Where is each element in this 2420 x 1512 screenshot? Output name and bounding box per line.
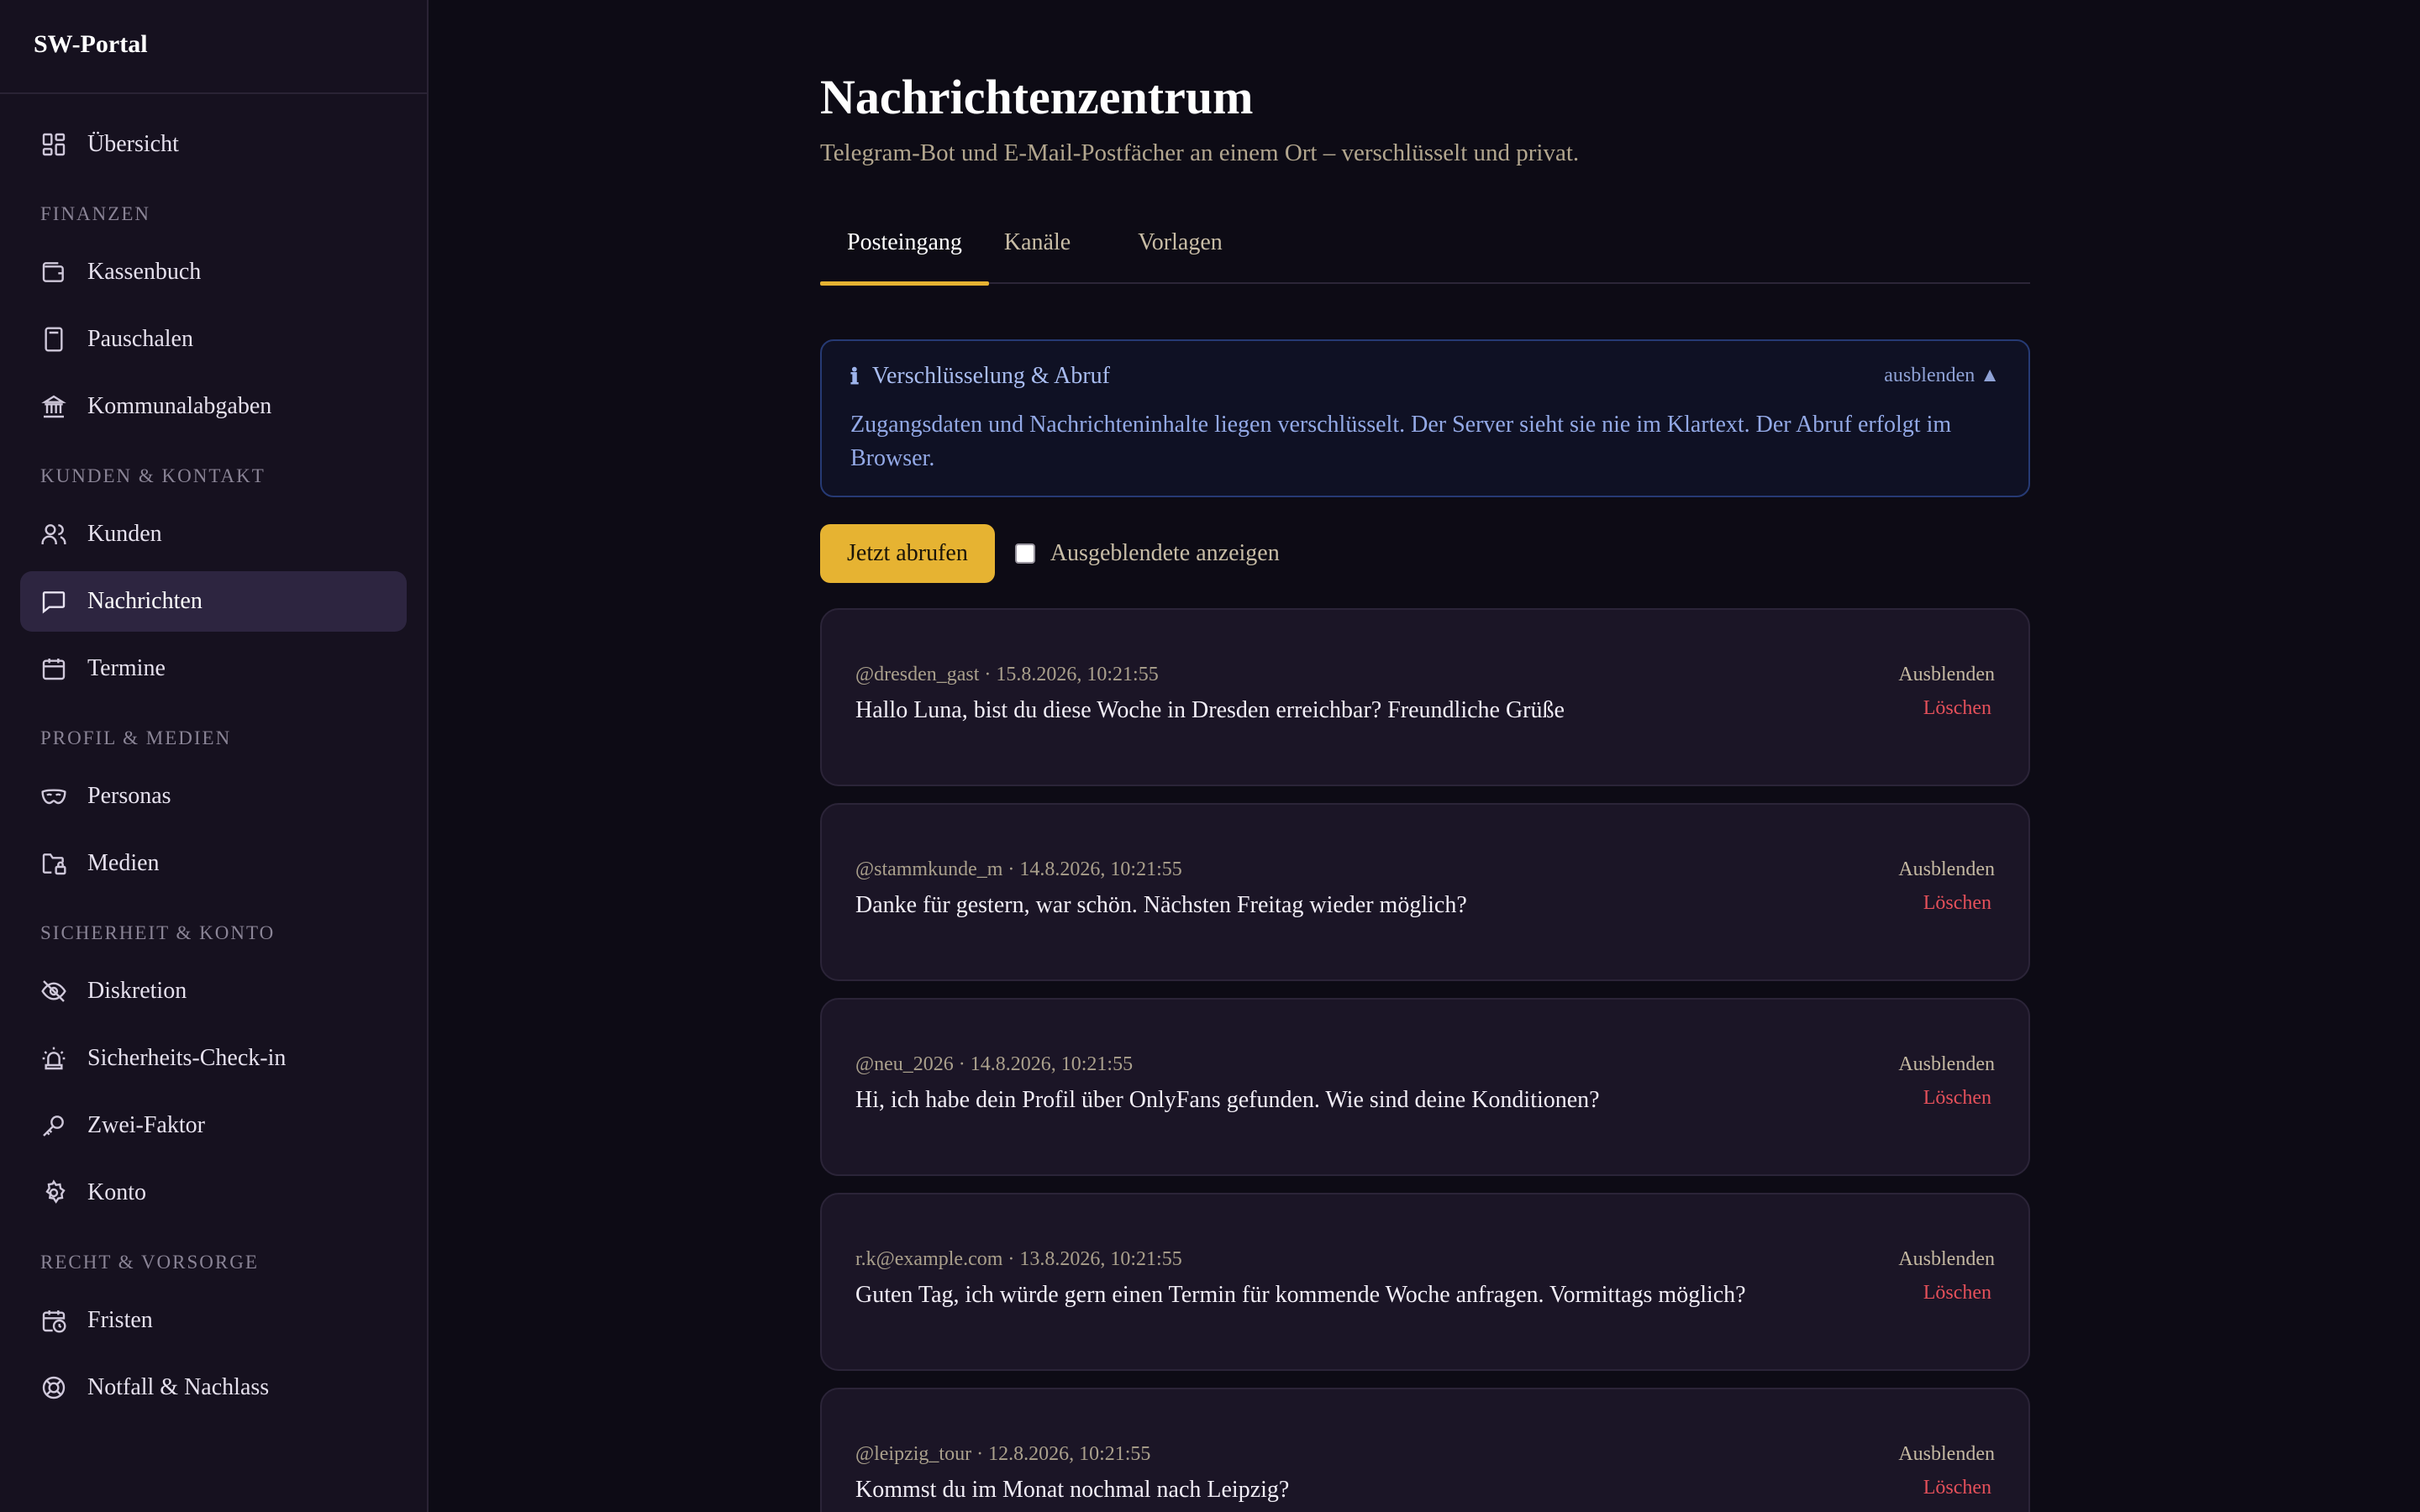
delete-message-button[interactable]: Löschen [1923,1477,1991,1499]
message-meta: r.k@example.com · 13.8.2026, 10:21:55 [855,1248,1182,1270]
hide-message-button[interactable]: Ausblenden [1898,1053,1995,1076]
message-text: Hi, ich habe dein Profil über OnlyFans g… [855,1087,1600,1113]
message-meta: @neu_2026 · 14.8.2026, 10:21:55 [855,1053,1134,1075]
hide-message-button[interactable]: Ausblenden [1898,1443,1995,1466]
sidebar-item-termine[interactable]: Termine [20,638,407,699]
gear-icon [40,1179,67,1206]
wallet-icon [40,259,67,286]
calendar-clock-icon [40,1307,67,1334]
sidebar-item-nachrichten[interactable]: Nachrichten [20,571,407,632]
key-icon [40,1112,67,1139]
sidebar-section-profil: PROFIL & MEDIEN [40,727,232,748]
bank-icon [40,393,67,420]
inbox-actions: Jetzt abrufen Ausgeblendete anzeigen [820,524,2030,583]
sidebar-item-sicherheits-check-in[interactable]: Sicherheits-Check-in [20,1028,407,1089]
mask-icon [40,783,67,810]
sidebar-item-diskretion[interactable]: Diskretion [20,961,407,1021]
message-list: @dresden_gast · 15.8.2026, 10:21:55 Hall… [820,608,2030,1512]
tab-vorlagen[interactable]: Vorlagen [1097,218,1249,284]
sidebar-section-sicherheit: SICHERHEIT & KONTO [40,922,276,943]
sidebar-item-label: Übersicht [87,131,179,157]
main-content: Nachrichtenzentrum Telegram-Bot und E-Ma… [820,0,2030,1512]
sidebar-item-notfall[interactable]: Notfall & Nachlass [20,1357,407,1418]
sidebar-item-label: Konto [87,1179,146,1205]
sidebar-item-kassenbuch[interactable]: Kassenbuch [20,242,407,302]
sidebar-item-label: Diskretion [87,978,187,1004]
message-meta: @leipzig_tour · 12.8.2026, 10:21:55 [855,1443,1151,1465]
sidebar-item-label: Kommunalabgaben [87,393,272,419]
info-collapse-toggle[interactable]: ausblenden ▲ [1884,365,2000,387]
info-title: Verschlüsselung & Abruf [871,363,1110,389]
sidebar-item-label: Termine [87,655,166,681]
message-meta: @stammkunde_m · 14.8.2026, 10:21:55 [855,858,1182,880]
hide-message-button[interactable]: Ausblenden [1898,664,1995,686]
sidebar-item-label: Fristen [87,1307,153,1333]
sidebar-item-fristen[interactable]: Fristen [20,1290,407,1351]
calculator-icon [40,326,67,353]
tab-kanaele[interactable]: Kanäle [989,218,1097,284]
message-meta: @dresden_gast · 15.8.2026, 10:21:55 [855,664,1159,685]
sidebar-item-label: Kassenbuch [87,259,202,285]
show-hidden-checkbox[interactable] [1014,543,1035,564]
message-square-icon [40,588,67,615]
sidebar-section-finanzen: FINANZEN [40,203,150,224]
sidebar-item-kommunalabgaben[interactable]: Kommunalabgaben [20,376,407,437]
life-buoy-icon [40,1374,67,1401]
delete-message-button[interactable]: Löschen [1923,892,1991,915]
users-icon [40,521,67,548]
sidebar-item-label: Personas [87,783,171,809]
hide-message-button[interactable]: Ausblenden [1898,1248,1995,1271]
encryption-info-box: ℹ Verschlüsselung & Abruf ausblenden ▲ Z… [820,339,2030,497]
sidebar-section-recht: RECHT & VORSORGE [40,1252,259,1273]
message-card[interactable]: @stammkunde_m · 14.8.2026, 10:21:55 Dank… [820,803,2030,981]
sidebar-item-medien[interactable]: Medien [20,833,407,894]
folder-lock-icon [40,850,67,877]
info-icon: ℹ [850,363,859,389]
sidebar-item-overview[interactable]: Übersicht [20,114,407,175]
delete-message-button[interactable]: Löschen [1923,1282,1991,1305]
sidebar-item-label: Notfall & Nachlass [87,1374,270,1400]
calendar-icon [40,655,67,682]
message-text: Kommst du im Monat nochmal nach Leipzig? [855,1477,1290,1503]
delete-message-button[interactable]: Löschen [1923,697,1991,720]
sidebar-item-label: Nachrichten [87,588,203,614]
message-card[interactable]: @neu_2026 · 14.8.2026, 10:21:55 Hi, ich … [820,998,2030,1176]
show-hidden-toggle[interactable]: Ausgeblendete anzeigen [1014,540,1280,567]
sidebar-section-kunden: KUNDEN & KONTAKT [40,465,266,486]
sidebar-item-label: Sicherheits-Check-in [87,1045,287,1071]
dashboard-icon [40,131,67,158]
sidebar-item-pauschalen[interactable]: Pauschalen [20,309,407,370]
eye-off-icon [40,978,67,1005]
message-text: Danke für gestern, war schön. Nächsten F… [855,892,1467,918]
message-card[interactable]: r.k@example.com · 13.8.2026, 10:21:55 Gu… [820,1193,2030,1371]
delete-message-button[interactable]: Löschen [1923,1087,1991,1110]
message-text: Hallo Luna, bist du diese Woche in Dresd… [855,697,1565,723]
sidebar: SW-Portal Übersicht FINANZEN Kassenbuch … [0,0,429,1512]
message-card[interactable]: @dresden_gast · 15.8.2026, 10:21:55 Hall… [820,608,2030,786]
sidebar-item-personas[interactable]: Personas [20,766,407,827]
sidebar-item-kunden[interactable]: Kunden [20,504,407,564]
tab-bar: Posteingang Kanäle Vorlagen [820,218,2030,286]
sidebar-item-label: Medien [87,850,160,876]
page-subtitle: Telegram-Bot und E-Mail-Postfächer an ei… [820,139,1580,166]
sidebar-item-label: Pauschalen [87,326,193,352]
show-hidden-label: Ausgeblendete anzeigen [1050,540,1280,566]
sidebar-item-zwei-faktor[interactable]: Zwei-Faktor [20,1095,407,1156]
fetch-now-button[interactable]: Jetzt abrufen [820,524,995,583]
sidebar-item-label: Kunden [87,521,162,547]
siren-icon [40,1045,67,1072]
sidebar-nav: Übersicht FINANZEN Kassenbuch Pauschalen [0,94,427,1418]
brand-logo[interactable]: SW-Portal [0,0,427,94]
message-card[interactable]: @leipzig_tour · 12.8.2026, 10:21:55 Komm… [820,1388,2030,1512]
sidebar-item-label: Zwei-Faktor [87,1112,205,1138]
info-text: Zugangsdaten und Nachrichteninhalte lieg… [850,412,1952,471]
message-text: Guten Tag, ich würde gern einen Termin f… [855,1282,1746,1308]
app-root: SW-Portal Übersicht FINANZEN Kassenbuch … [0,0,2420,1512]
sidebar-item-konto[interactable]: Konto [20,1163,407,1223]
page-title: Nachrichtenzentrum [820,70,1254,124]
hide-message-button[interactable]: Ausblenden [1898,858,1995,881]
tab-posteingang[interactable]: Posteingang [820,218,989,286]
